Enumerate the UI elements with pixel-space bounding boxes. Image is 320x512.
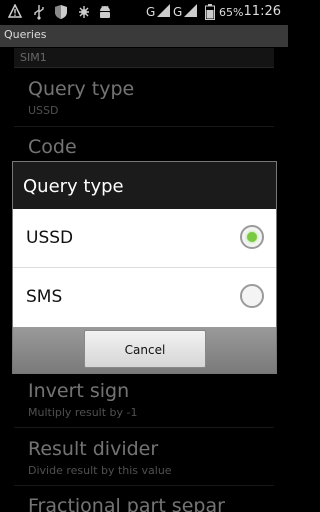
option-list: USSD SMS	[13, 209, 276, 327]
section-header-label: SIM1	[20, 51, 47, 64]
option-sms[interactable]: SMS	[13, 268, 276, 326]
pref-invert-sign-title[interactable]: Invert sign	[28, 380, 129, 402]
option-label: SMS	[26, 287, 63, 307]
pref-fractional-separator-title[interactable]: Fractional part separ	[28, 495, 225, 512]
battery-percent: 65%	[219, 6, 244, 19]
pref-invert-sign-summary: Multiply result by -1	[28, 406, 138, 419]
debug-icon	[79, 6, 89, 18]
option-ussd[interactable]: USSD	[13, 209, 276, 267]
radio-button[interactable]	[240, 284, 264, 308]
android-icon	[100, 5, 110, 18]
divider	[14, 427, 274, 428]
cancel-button-label: Cancel	[124, 343, 166, 357]
title-bar: Queries	[0, 25, 288, 47]
option-label: USSD	[26, 228, 74, 248]
usb-icon	[34, 5, 44, 20]
clock: 11:26	[243, 4, 281, 19]
pref-code-title[interactable]: Code	[28, 136, 77, 158]
pref-query-type-title[interactable]: Query type	[28, 78, 134, 100]
shield-icon	[55, 5, 67, 19]
pref-result-divider-title[interactable]: Result divider	[28, 438, 158, 460]
battery-icon	[205, 4, 215, 20]
dialog-header: Query type	[13, 162, 276, 208]
network-label-2: G	[173, 5, 183, 19]
query-type-dialog: Query type USSD SMS Cancel	[12, 161, 277, 374]
divider	[14, 485, 274, 486]
section-header: SIM1	[14, 48, 274, 68]
pref-result-divider-summary: Divide result by this value	[28, 464, 172, 477]
page-title: Queries	[4, 28, 47, 41]
dialog-title: Query type	[23, 176, 124, 197]
pref-query-type-summary: USSD	[28, 104, 59, 117]
radio-selected-dot	[247, 232, 257, 242]
status-bar: G G 65% 11:26	[0, 0, 288, 25]
dialog-footer: Cancel	[13, 327, 276, 373]
signal-icon	[157, 4, 170, 17]
radio-button-selected[interactable]	[240, 225, 264, 249]
signal-icon-2	[184, 4, 197, 17]
network-label-1: G	[146, 5, 156, 19]
warning-icon	[8, 4, 22, 18]
cancel-button[interactable]: Cancel	[84, 330, 206, 368]
divider	[14, 126, 274, 127]
